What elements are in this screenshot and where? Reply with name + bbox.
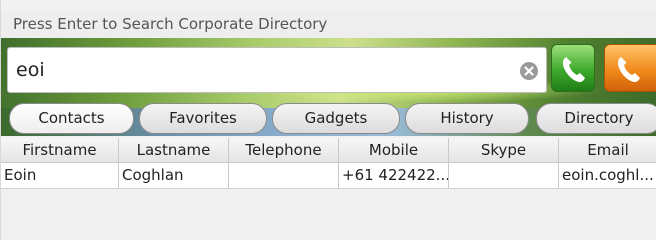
phone-icon <box>562 57 585 83</box>
cell-firstname: Eoin <box>1 163 119 188</box>
cell-skype <box>449 163 559 188</box>
tab-history[interactable]: History <box>405 103 529 134</box>
tab-gadgets[interactable]: Gadgets <box>272 103 400 134</box>
cell-telephone <box>229 163 339 188</box>
tab-favorites[interactable]: Favorites <box>139 103 267 134</box>
column-header-lastname[interactable]: Lastname <box>119 138 229 163</box>
column-header-telephone[interactable]: Telephone <box>229 138 339 163</box>
column-header-firstname[interactable]: Firstname <box>1 138 119 163</box>
search-box[interactable] <box>7 47 547 93</box>
tab-contacts[interactable]: Contacts <box>9 103 134 134</box>
tab-directory[interactable]: Directory <box>536 103 656 134</box>
search-hint: Press Enter to Search Corporate Director… <box>1 10 656 38</box>
hangup-button[interactable] <box>604 44 656 92</box>
column-header-skype[interactable]: Skype <box>449 138 559 163</box>
table-row[interactable]: Eoin Coghlan +61 422422... eoin.coghl... <box>1 163 656 189</box>
directory-window: Press Enter to Search Corporate Director… <box>0 0 656 240</box>
call-button[interactable] <box>551 44 595 92</box>
clear-icon[interactable] <box>519 61 539 81</box>
cell-mobile: +61 422422... <box>339 163 449 188</box>
cell-lastname: Coghlan <box>119 163 229 188</box>
phone-icon <box>617 57 640 83</box>
tab-bar: Contacts Favorites Gadgets History Direc… <box>1 103 656 136</box>
table-header: Firstname Lastname Telephone Mobile Skyp… <box>1 138 656 163</box>
search-input[interactable] <box>16 57 516 83</box>
results-table: Firstname Lastname Telephone Mobile Skyp… <box>1 138 656 240</box>
column-header-mobile[interactable]: Mobile <box>339 138 449 163</box>
cell-email: eoin.coghl... <box>562 166 654 184</box>
column-header-email[interactable]: Email <box>559 138 656 163</box>
